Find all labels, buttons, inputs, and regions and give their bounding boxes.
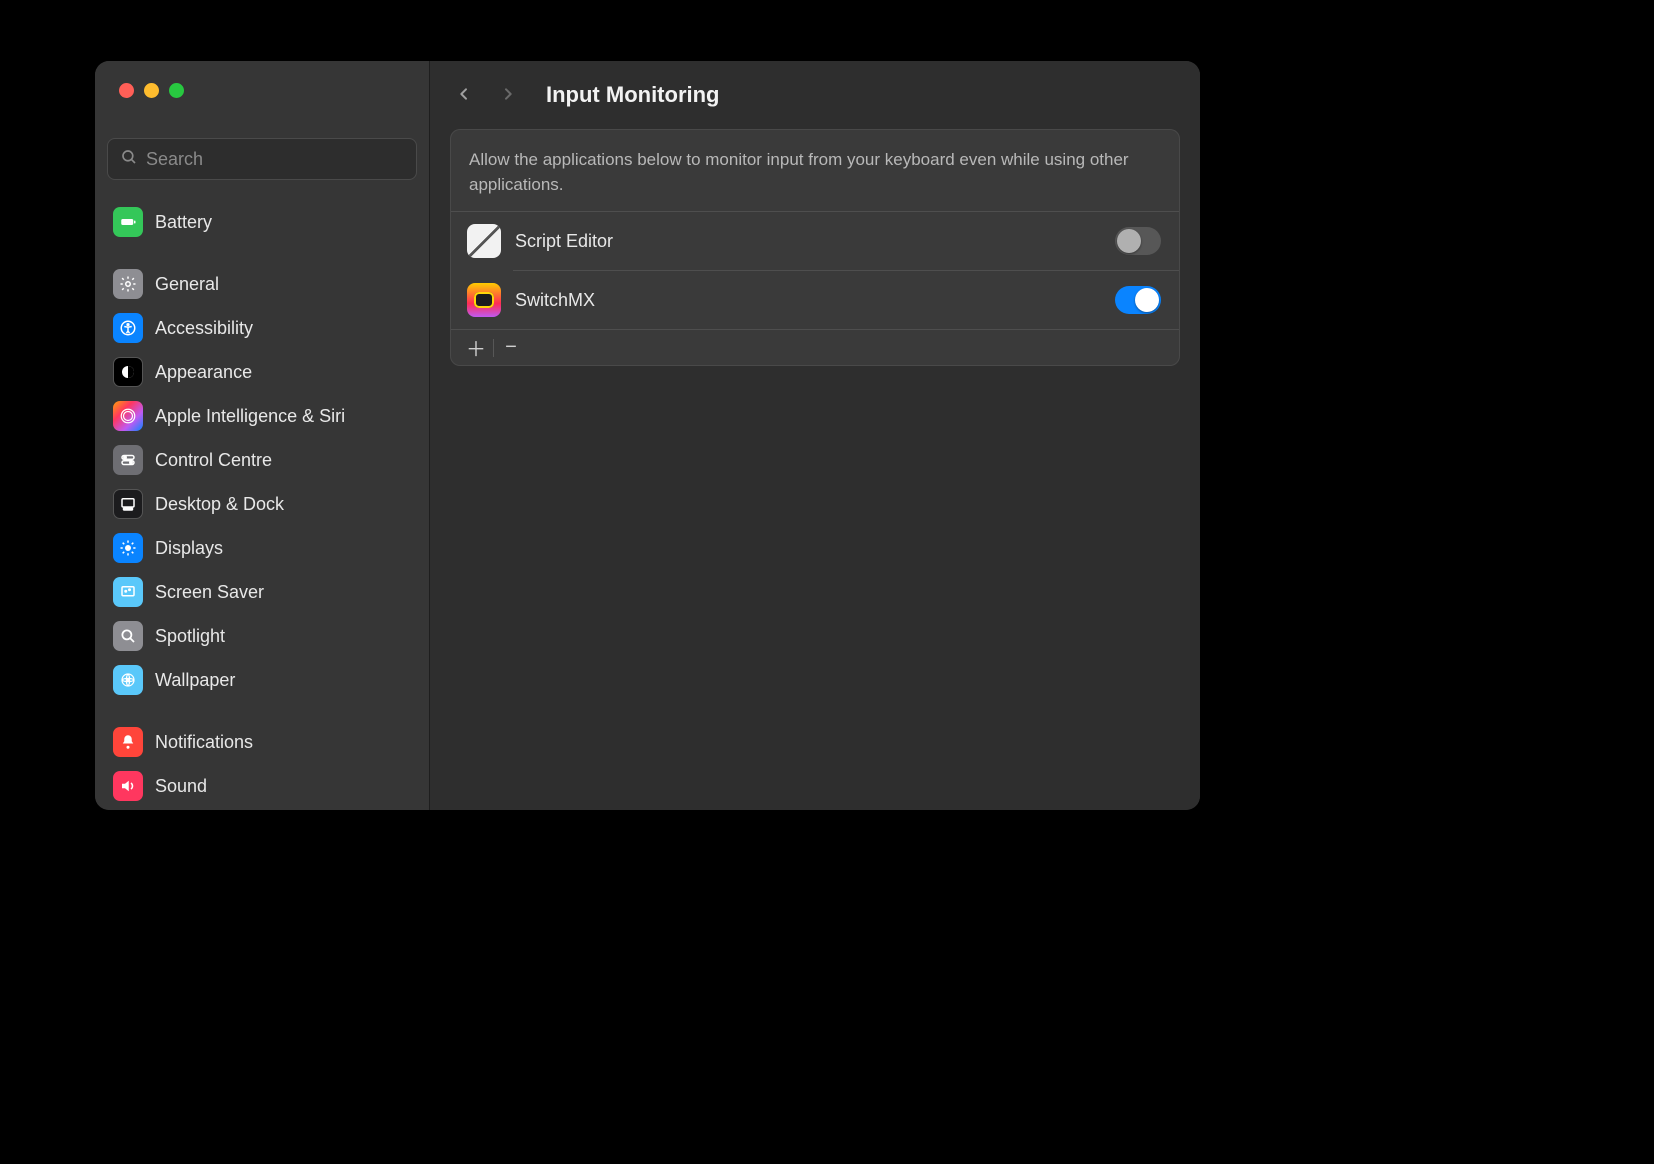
switchmx-icon: [467, 283, 501, 317]
accessibility-icon: [113, 313, 143, 343]
notifications-icon: [113, 727, 143, 757]
siri-icon: [113, 401, 143, 431]
app-name-label: SwitchMX: [515, 290, 1101, 311]
wallpaper-icon: [113, 665, 143, 695]
sidebar: Battery General Accessibility: [95, 61, 430, 810]
script-editor-icon: [467, 224, 501, 258]
sidebar-item-label: Screen Saver: [155, 583, 264, 601]
app-name-label: Script Editor: [515, 231, 1101, 252]
sidebar-item-label: Appearance: [155, 363, 252, 381]
app-row-switchmx[interactable]: SwitchMX: [451, 271, 1179, 329]
sidebar-item-apple-intelligence-siri[interactable]: Apple Intelligence & Siri: [105, 394, 419, 438]
system-settings-window: Battery General Accessibility: [95, 61, 1200, 810]
search-input[interactable]: [146, 149, 404, 170]
sidebar-item-screen-saver[interactable]: Screen Saver: [105, 570, 419, 614]
sidebar-item-wallpaper[interactable]: Wallpaper: [105, 658, 419, 702]
page-title: Input Monitoring: [546, 82, 720, 108]
desktop-dock-icon: [113, 489, 143, 519]
forward-button[interactable]: [488, 75, 528, 115]
sidebar-item-appearance[interactable]: Appearance: [105, 350, 419, 394]
plus-icon: ＋: [466, 333, 486, 362]
sidebar-item-label: Wallpaper: [155, 671, 235, 689]
add-app-button[interactable]: ＋: [459, 334, 493, 362]
sidebar-item-sound[interactable]: Sound: [105, 764, 419, 808]
remove-app-button[interactable]: −: [494, 334, 528, 362]
sidebar-item-label: General: [155, 275, 219, 293]
search-icon: [120, 148, 138, 171]
chevron-right-icon: [500, 83, 516, 108]
sidebar-item-label: Desktop & Dock: [155, 495, 284, 513]
sidebar-item-label: Sound: [155, 777, 207, 795]
close-button[interactable]: [119, 83, 134, 98]
displays-icon: [113, 533, 143, 563]
toggle-switchmx[interactable]: [1115, 286, 1161, 314]
back-button[interactable]: [444, 75, 484, 115]
appearance-icon: [113, 357, 143, 387]
sidebar-item-label: Control Centre: [155, 451, 272, 469]
input-monitoring-panel: Allow the applications below to monitor …: [450, 129, 1180, 366]
search-field[interactable]: [107, 138, 417, 180]
sidebar-item-label: Spotlight: [155, 627, 225, 645]
panel-description: Allow the applications below to monitor …: [451, 130, 1179, 212]
content-header: Input Monitoring: [430, 61, 1200, 129]
sidebar-item-label: Displays: [155, 539, 223, 557]
toggle-script-editor[interactable]: [1115, 227, 1161, 255]
panel-footer: ＋ −: [451, 329, 1179, 365]
gear-icon: [113, 269, 143, 299]
control-centre-icon: [113, 445, 143, 475]
spotlight-icon: [113, 621, 143, 651]
app-row-script-editor[interactable]: Script Editor: [451, 212, 1179, 270]
battery-icon: [113, 207, 143, 237]
sidebar-item-general[interactable]: General: [105, 262, 419, 306]
sidebar-nav: Battery General Accessibility: [95, 188, 429, 810]
sidebar-item-accessibility[interactable]: Accessibility: [105, 306, 419, 350]
sidebar-item-battery[interactable]: Battery: [105, 200, 419, 244]
sidebar-item-label: Apple Intelligence & Siri: [155, 407, 345, 425]
sidebar-item-label: Notifications: [155, 733, 253, 751]
screen-saver-icon: [113, 577, 143, 607]
minus-icon: −: [505, 336, 517, 359]
chevron-left-icon: [456, 83, 472, 108]
minimize-button[interactable]: [144, 83, 159, 98]
window-controls: [95, 61, 429, 116]
content-pane: Input Monitoring Allow the applications …: [430, 61, 1200, 810]
sidebar-item-label: Battery: [155, 213, 212, 231]
sidebar-item-control-centre[interactable]: Control Centre: [105, 438, 419, 482]
sidebar-item-spotlight[interactable]: Spotlight: [105, 614, 419, 658]
sound-icon: [113, 771, 143, 801]
sidebar-item-label: Accessibility: [155, 319, 253, 337]
sidebar-item-displays[interactable]: Displays: [105, 526, 419, 570]
zoom-button[interactable]: [169, 83, 184, 98]
sidebar-item-desktop-dock[interactable]: Desktop & Dock: [105, 482, 419, 526]
sidebar-item-notifications[interactable]: Notifications: [105, 720, 419, 764]
